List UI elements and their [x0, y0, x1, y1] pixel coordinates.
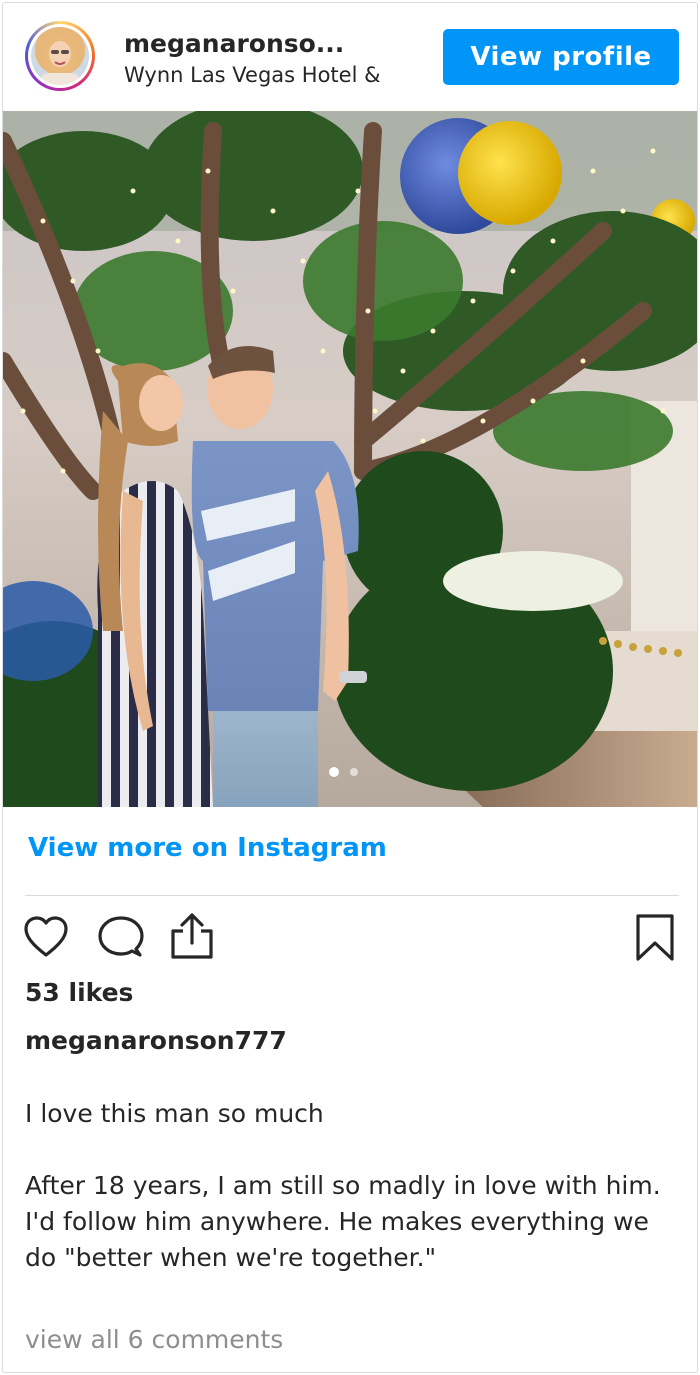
caption-paragraph: After 18 years, I am still so madly in l…: [25, 1171, 661, 1272]
divider: [25, 895, 679, 896]
view-profile-button[interactable]: View profile: [443, 29, 679, 85]
post-header: meganaronso... Wynn Las Vegas Hotel & Vi…: [3, 3, 697, 109]
heart-icon[interactable]: [23, 915, 69, 965]
location-link[interactable]: Wynn Las Vegas Hotel &: [124, 63, 380, 87]
caption-paragraph: I love this man so much: [25, 1099, 324, 1128]
instagram-embed-card: meganaronso... Wynn Las Vegas Hotel & Vi…: [2, 2, 698, 1373]
view-all-comments-link[interactable]: view all 6 comments: [25, 1325, 283, 1354]
caption-username[interactable]: meganaronson777: [25, 1026, 287, 1055]
likes-count[interactable]: 53 likes: [25, 978, 133, 1007]
comment-icon[interactable]: [98, 915, 144, 965]
share-icon[interactable]: [169, 911, 215, 965]
post-image[interactable]: [3, 111, 697, 807]
profile-photo: [31, 27, 89, 85]
caption-text: I love this man so much After 18 years, …: [25, 1096, 675, 1276]
bookmark-icon[interactable]: [635, 913, 675, 967]
avatar[interactable]: [25, 21, 95, 91]
view-more-link[interactable]: View more on Instagram: [28, 833, 387, 863]
username-link[interactable]: meganaronso...: [124, 29, 344, 58]
